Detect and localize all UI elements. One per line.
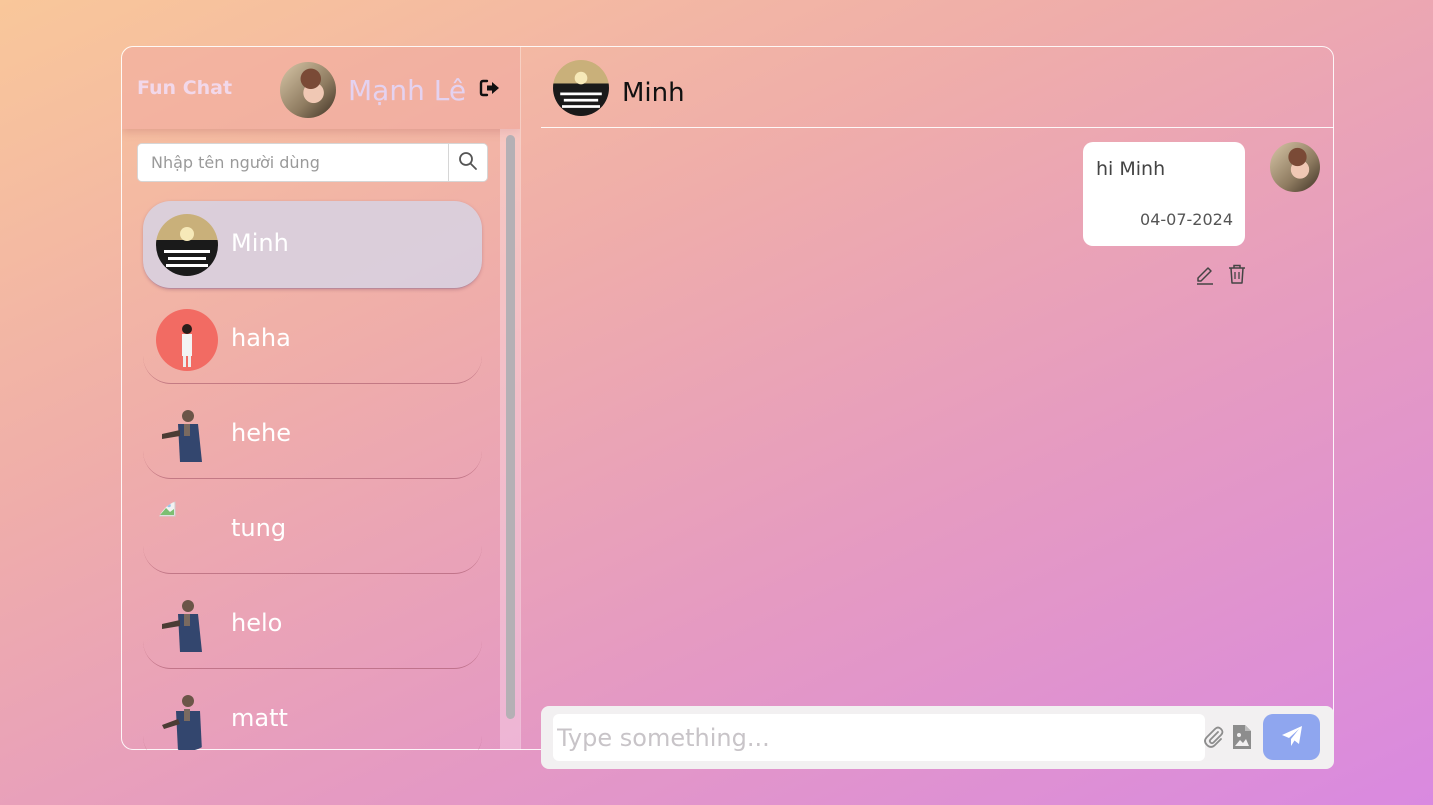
message-composer bbox=[541, 706, 1334, 769]
chat-header: Minh bbox=[541, 47, 1334, 128]
user-name: Minh bbox=[231, 229, 289, 257]
avatar bbox=[156, 214, 218, 276]
recipient-name: Minh bbox=[622, 78, 685, 108]
search-button[interactable] bbox=[448, 144, 487, 181]
message-actions bbox=[1194, 263, 1250, 287]
image-file-icon[interactable] bbox=[1231, 724, 1253, 750]
avatar bbox=[156, 594, 218, 656]
avatar bbox=[156, 404, 218, 466]
avatar bbox=[156, 309, 218, 371]
user-item-tung[interactable]: tung bbox=[143, 486, 482, 574]
user-name: hehe bbox=[231, 419, 291, 447]
send-button[interactable] bbox=[1263, 714, 1320, 760]
brand-title: Fun Chat bbox=[137, 77, 233, 99]
user-item-minh[interactable]: Minh bbox=[143, 201, 482, 289]
message-input[interactable] bbox=[553, 714, 1205, 761]
chat-panel: Minh hi Minh 04-07-2024 bbox=[541, 47, 1334, 769]
sidebar-header: Fun Chat Mạnh Lê bbox=[122, 47, 520, 129]
avatar bbox=[156, 689, 218, 750]
sender-avatar bbox=[1270, 142, 1320, 192]
message-text: hi Minh bbox=[1096, 158, 1166, 180]
edit-icon[interactable] bbox=[1194, 263, 1216, 285]
user-item-helo[interactable]: helo bbox=[143, 581, 482, 669]
user-name: haha bbox=[231, 324, 291, 352]
message-date: 04-07-2024 bbox=[1140, 210, 1233, 229]
search-icon bbox=[458, 151, 478, 175]
user-search bbox=[137, 143, 488, 182]
paperclip-icon[interactable] bbox=[1202, 725, 1226, 749]
user-list: Minh haha hehe tung helo matt bbox=[122, 197, 502, 750]
user-name: tung bbox=[231, 514, 287, 542]
avatar-broken-image bbox=[156, 499, 218, 561]
logout-icon[interactable] bbox=[478, 76, 502, 100]
recipient-avatar bbox=[553, 60, 609, 116]
user-item-matt[interactable]: matt bbox=[143, 676, 482, 750]
user-item-haha[interactable]: haha bbox=[143, 296, 482, 384]
user-list-scrollbar[interactable] bbox=[500, 129, 520, 750]
search-input[interactable] bbox=[138, 144, 449, 181]
message-bubble: hi Minh 04-07-2024 bbox=[1083, 142, 1245, 246]
user-name: matt bbox=[231, 704, 288, 732]
delete-icon[interactable] bbox=[1226, 263, 1248, 285]
paper-plane-icon bbox=[1281, 725, 1303, 750]
scrollbar-thumb[interactable] bbox=[506, 135, 515, 719]
current-user-avatar[interactable] bbox=[280, 62, 336, 118]
chat-app-window: Fun Chat Mạnh Lê Nhập tên người dùng Min… bbox=[121, 46, 1334, 769]
user-name: helo bbox=[231, 609, 283, 637]
current-user-name: Mạnh Lê bbox=[348, 74, 467, 107]
sidebar: Fun Chat Mạnh Lê Nhập tên người dùng Min… bbox=[122, 47, 521, 750]
user-item-hehe[interactable]: hehe bbox=[143, 391, 482, 479]
